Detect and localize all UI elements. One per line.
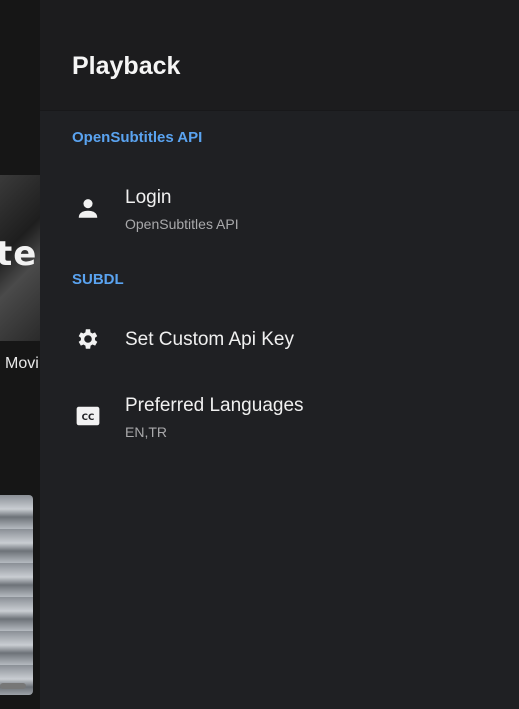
preferred-languages-title: Preferred Languages [125, 395, 304, 416]
preferred-languages-subtitle: EN,TR [125, 424, 167, 440]
preferred-languages-item[interactable]: CC Preferred Languages EN,TR [40, 384, 519, 450]
page-title: Playback [72, 52, 181, 80]
login-subtitle: OpenSubtitles API [125, 216, 239, 232]
closed-captions-icon: CC [73, 401, 103, 431]
poster-title-text: ter [0, 234, 40, 274]
panel-header: Playback [40, 0, 519, 111]
gear-icon [73, 324, 103, 354]
person-icon [73, 193, 103, 223]
background-content: ter Movi [0, 0, 40, 709]
set-custom-api-key-title: Set Custom Api Key [125, 329, 294, 350]
login-title: Login [125, 187, 172, 208]
section-header-opensubtitles: OpenSubtitles API [72, 129, 203, 146]
set-custom-api-key-item[interactable]: Set Custom Api Key [40, 316, 519, 382]
settings-panel: Playback OpenSubtitles API Login OpenSub… [40, 0, 519, 709]
movie-card-thumbnail[interactable] [0, 495, 33, 695]
svg-text:CC: CC [82, 413, 95, 423]
login-item[interactable]: Login OpenSubtitles API [40, 176, 519, 242]
section-header-subdl: SUBDL [72, 271, 124, 288]
poster-caption: Movi [5, 355, 39, 372]
